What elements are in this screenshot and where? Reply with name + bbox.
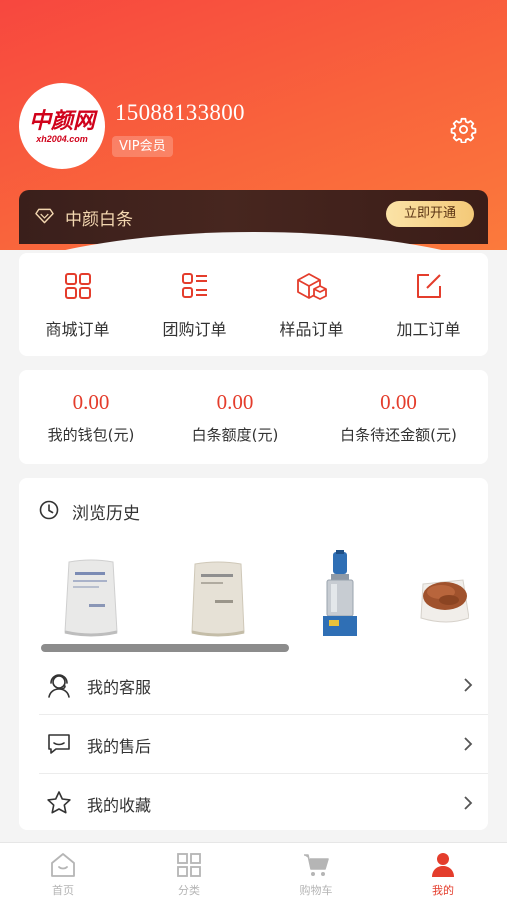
category-icon xyxy=(177,853,201,877)
menu-label: 我的客服 xyxy=(87,678,152,697)
baitiao-due-stat[interactable]: 0.00 白条待还金额(元) xyxy=(317,370,480,464)
chat-bubble-icon xyxy=(48,734,70,754)
wallet-value: 0.00 xyxy=(72,390,110,414)
avatar-logo-url: xh2004.com xyxy=(36,133,88,144)
mall-orders-button[interactable]: 商城订单 xyxy=(19,253,136,356)
diamond-icon xyxy=(35,208,54,224)
order-label: 团购订单 xyxy=(162,320,227,339)
clock-icon xyxy=(39,500,59,520)
history-card: 浏览历史 我的客服 我的售后 我的收藏 xyxy=(19,478,488,830)
settings-gear-icon[interactable] xyxy=(450,116,477,143)
user-phone: 15088133800 xyxy=(115,100,245,125)
avatar-logo-text: 中颜网 xyxy=(28,107,95,134)
menu-after-sales[interactable]: 我的售后 xyxy=(39,715,488,774)
baitiao-limit-stat[interactable]: 0.00 白条额度(元) xyxy=(163,370,307,464)
wallet-label: 白条额度(元) xyxy=(191,426,279,444)
resin-bag-image[interactable] xyxy=(59,558,123,638)
menu-customer-service[interactable]: 我的客服 xyxy=(39,656,488,715)
menu-label: 我的售后 xyxy=(87,737,152,756)
menu-label: 我的收藏 xyxy=(87,796,152,815)
mixer-machine-image[interactable] xyxy=(317,550,363,640)
box-icon xyxy=(297,273,327,300)
history-scrollbar-thumb[interactable] xyxy=(41,644,289,652)
group-orders-button[interactable]: 团购订单 xyxy=(136,253,253,356)
avatar[interactable]: 中颜网 xh2004.com xyxy=(19,83,105,169)
tab-home[interactable]: 首页 xyxy=(0,843,126,900)
sample-orders-button[interactable]: 样品订单 xyxy=(253,253,370,356)
baitiao-title: 中颜白条 xyxy=(65,210,133,230)
customer-service-icon xyxy=(48,674,70,698)
order-label: 商城订单 xyxy=(45,320,110,339)
history-title: 浏览历史 xyxy=(72,504,140,524)
history-scrollbar[interactable] xyxy=(41,644,489,652)
chevron-right-icon xyxy=(464,678,473,692)
bottom-tab-bar: 首页 分类 购物车 我的 xyxy=(0,842,507,900)
profile-header: 中颜网 xh2004.com 15088133800 VIP会员 中颜白条 立即… xyxy=(0,0,507,250)
tab-label: 购物车 xyxy=(299,884,333,897)
home-icon xyxy=(51,853,75,877)
tab-label: 我的 xyxy=(432,884,454,897)
open-baitiao-button[interactable]: 立即开通 xyxy=(386,201,474,227)
chevron-right-icon xyxy=(464,796,473,810)
resin-bag-image[interactable] xyxy=(187,560,249,638)
tab-label: 首页 xyxy=(52,884,74,897)
user-icon xyxy=(432,853,454,877)
orders-card: 商城订单 团购订单 样品订单 加工订单 xyxy=(19,253,488,356)
tab-profile[interactable]: 我的 xyxy=(380,843,506,900)
menu-favorites[interactable]: 我的收藏 xyxy=(39,774,488,833)
tab-cart[interactable]: 购物车 xyxy=(253,843,379,900)
processing-orders-button[interactable]: 加工订单 xyxy=(370,253,487,356)
edit-icon xyxy=(417,274,441,298)
wallet-label: 白条待还金额(元) xyxy=(340,426,457,444)
wallet-label: 我的钱包(元) xyxy=(47,426,135,444)
order-label: 加工订单 xyxy=(396,320,461,339)
wallet-card: 0.00 我的钱包(元) 0.00 白条额度(元) 0.00 白条待还金额(元) xyxy=(19,370,488,464)
chevron-right-icon xyxy=(464,737,473,751)
tab-label: 分类 xyxy=(178,884,200,897)
grid-icon xyxy=(65,273,91,299)
wallet-value: 0.00 xyxy=(216,390,254,414)
cart-icon xyxy=(304,854,329,876)
member-badge: VIP会员 xyxy=(112,136,173,157)
list-icon xyxy=(182,273,207,298)
order-label: 样品订单 xyxy=(279,320,344,339)
star-icon xyxy=(47,791,71,814)
my-wallet-stat[interactable]: 0.00 我的钱包(元) xyxy=(19,370,163,464)
tab-category[interactable]: 分类 xyxy=(126,843,252,900)
granules-bowl-image[interactable] xyxy=(417,566,469,626)
wallet-value: 0.00 xyxy=(380,390,417,414)
